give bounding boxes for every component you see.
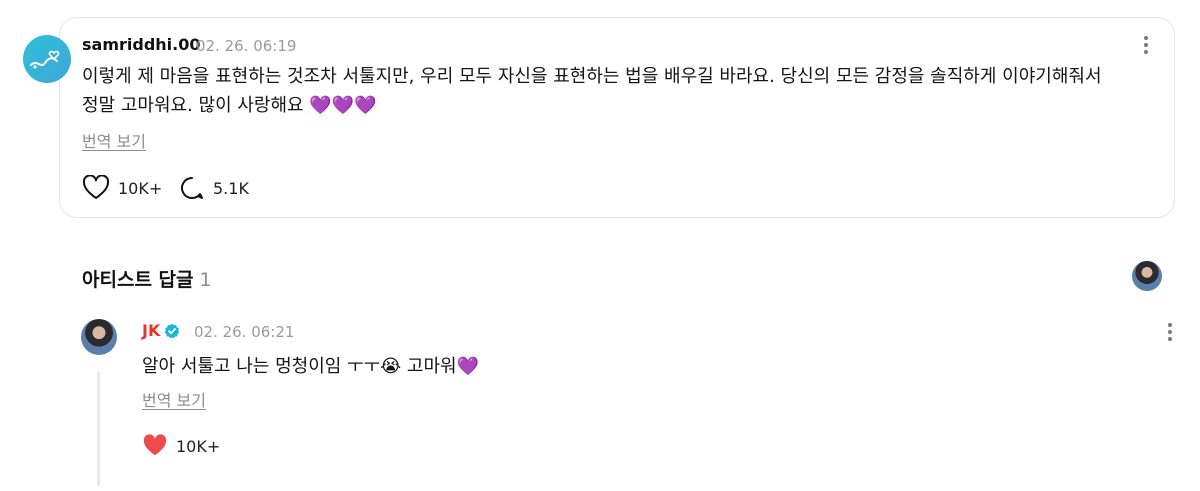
comment-reply-count: 5.1K	[213, 178, 249, 198]
reply-text-body: 알아 서툴고 나는 멍청이임 ㅜㅜ😭 고마워	[142, 356, 457, 377]
reply-thread-line	[97, 372, 100, 486]
reply-like-button[interactable]: 10K+	[142, 434, 220, 458]
artist-avatar-small[interactable]	[1132, 261, 1162, 291]
artist-replies-header: 아티스트 답글 1	[82, 265, 212, 292]
user-avatar[interactable]	[23, 35, 71, 83]
reply-like-count: 10K+	[176, 436, 221, 456]
comment-username[interactable]: samriddhi.00	[82, 35, 201, 54]
comment-text-line1: 이렇게 제 마음을 표현하는 것조차 서툴지만, 우리 모두 자신을 표현하는 …	[82, 66, 1102, 87]
comment-icon	[181, 177, 203, 199]
reply-translate-link[interactable]: 번역 보기	[142, 387, 206, 411]
artist-replies-title: 아티스트 답글	[82, 269, 194, 291]
avatar-doodle-icon	[30, 50, 60, 69]
reply-more-button[interactable]	[1167, 323, 1173, 341]
artist-replies-count: 1	[199, 269, 212, 291]
kebab-menu-icon	[1144, 36, 1148, 40]
comment-more-button[interactable]	[1143, 36, 1149, 54]
artist-name[interactable]: JK	[142, 321, 160, 340]
purple-heart-emoji: 💜	[456, 356, 480, 377]
heart-filled-icon	[143, 434, 167, 456]
comment-text: 이렇게 제 마음을 표현하는 것조차 서툴지만, 우리 모두 자신을 표현하는 …	[82, 62, 1154, 120]
heart-outline-icon	[82, 175, 110, 199]
purple-hearts-emoji: 💜💜💜	[309, 95, 377, 116]
comment-like-button[interactable]: 10K+	[82, 175, 162, 201]
reply-timestamp: 02. 26. 06:21	[194, 323, 295, 341]
verified-badge-icon	[164, 323, 180, 339]
comment-translate-link[interactable]: 번역 보기	[82, 128, 146, 152]
comment-text-line2-body: 정말 고마워요. 많이 사랑해요	[82, 95, 310, 116]
comment-text-line2: 정말 고마워요. 많이 사랑해요 💜💜💜	[82, 91, 1154, 120]
comment-reply-button[interactable]: 5.1K	[179, 175, 249, 201]
artist-avatar[interactable]	[81, 319, 117, 355]
comment-like-count: 10K+	[118, 178, 163, 198]
comment-timestamp: 02. 26. 06:19	[196, 37, 297, 55]
reply-text: 알아 서툴고 나는 멍청이임 ㅜㅜ😭 고마워💜	[142, 352, 479, 378]
kebab-menu-icon	[1168, 323, 1172, 327]
